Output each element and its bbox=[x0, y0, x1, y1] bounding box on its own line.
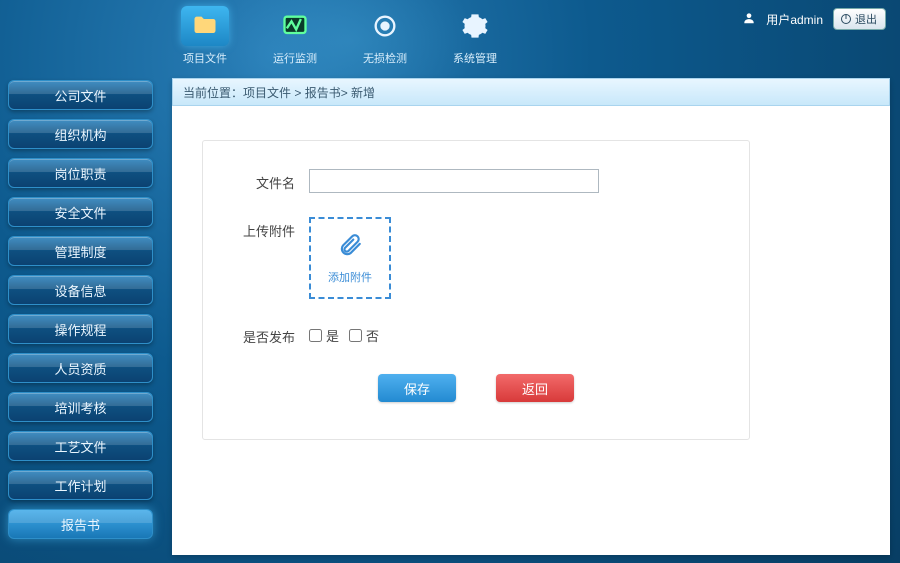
sidebar-item-personnel[interactable]: 人员资质 bbox=[8, 353, 153, 383]
upload-box-label: 添加附件 bbox=[328, 269, 372, 285]
option-yes-label: 是 bbox=[326, 326, 339, 345]
topnav-monitoring[interactable]: 运行监测 bbox=[265, 6, 325, 66]
sidebar-item-label: 工艺文件 bbox=[54, 437, 106, 456]
sidebar-item-security-files[interactable]: 安全文件 bbox=[8, 197, 153, 227]
sidebar-item-label: 培训考核 bbox=[54, 398, 106, 417]
sidebar-item-position[interactable]: 岗位职责 bbox=[8, 158, 153, 188]
paperclip-icon bbox=[337, 232, 363, 261]
sidebar-item-tech-files[interactable]: 工艺文件 bbox=[8, 431, 153, 461]
main-panel: 当前位置： 项目文件 > 报告书> 新增 文件名 上传附件 添加附件 是否发布 … bbox=[172, 78, 890, 555]
form-card: 文件名 上传附件 添加附件 是否发布 是 否 bbox=[202, 140, 750, 440]
sidebar-item-label: 工作计划 bbox=[54, 476, 106, 495]
sidebar-item-management[interactable]: 管理制度 bbox=[8, 236, 153, 266]
sidebar-item-label: 组织机构 bbox=[54, 125, 106, 144]
publish-no-checkbox[interactable] bbox=[349, 329, 362, 342]
publish-options: 是 否 bbox=[309, 323, 379, 346]
save-button[interactable]: 保存 bbox=[378, 374, 456, 402]
sidebar-item-label: 公司文件 bbox=[54, 86, 106, 105]
form-label-publish: 是否发布 bbox=[229, 323, 309, 346]
option-no-label: 否 bbox=[366, 326, 379, 345]
breadcrumb: 当前位置： 项目文件 > 报告书> 新增 bbox=[172, 78, 890, 106]
topnav-system[interactable]: 系统管理 bbox=[445, 6, 505, 66]
logout-label: 退出 bbox=[855, 11, 877, 27]
breadcrumb-path: 项目文件 > 报告书> 新增 bbox=[243, 84, 375, 101]
sidebar: 公司文件 组织机构 岗位职责 安全文件 管理制度 设备信息 操作规程 人员资质 … bbox=[8, 80, 153, 548]
sidebar-item-organization[interactable]: 组织机构 bbox=[8, 119, 153, 149]
sidebar-item-label: 操作规程 bbox=[54, 320, 106, 339]
sidebar-item-label: 报告书 bbox=[61, 515, 100, 534]
publish-yes-checkbox[interactable] bbox=[309, 329, 322, 342]
sidebar-item-label: 安全文件 bbox=[54, 203, 106, 222]
power-icon bbox=[840, 13, 852, 25]
user-icon bbox=[742, 11, 756, 28]
topnav-label: 无损检测 bbox=[355, 50, 415, 66]
sidebar-item-company-files[interactable]: 公司文件 bbox=[8, 80, 153, 110]
sidebar-item-procedures[interactable]: 操作规程 bbox=[8, 314, 153, 344]
userbox: 用户admin 退出 bbox=[742, 8, 886, 30]
target-icon bbox=[361, 6, 409, 46]
sidebar-item-training[interactable]: 培训考核 bbox=[8, 392, 153, 422]
sidebar-item-label: 管理制度 bbox=[54, 242, 106, 261]
sidebar-item-work-plan[interactable]: 工作计划 bbox=[8, 470, 153, 500]
upload-box[interactable]: 添加附件 bbox=[309, 217, 391, 299]
monitor-icon bbox=[271, 6, 319, 46]
form-row-upload: 上传附件 添加附件 bbox=[229, 217, 723, 299]
gear-icon bbox=[451, 6, 499, 46]
folder-icon bbox=[181, 6, 229, 46]
user-label: 用户admin bbox=[766, 11, 823, 28]
logout-button[interactable]: 退出 bbox=[833, 8, 886, 30]
form-label-upload: 上传附件 bbox=[229, 217, 309, 299]
topnav-project-files[interactable]: 项目文件 bbox=[175, 6, 235, 66]
breadcrumb-prefix: 当前位置： bbox=[183, 84, 243, 101]
topnav-label: 系统管理 bbox=[445, 50, 505, 66]
topbar: 项目文件 运行监测 无损检测 系统管理 用户admin 退 bbox=[0, 0, 900, 70]
sidebar-item-report[interactable]: 报告书 bbox=[8, 509, 153, 539]
publish-yes-option[interactable]: 是 bbox=[309, 326, 339, 345]
form-row-filename: 文件名 bbox=[229, 169, 723, 193]
form-label-filename: 文件名 bbox=[229, 169, 309, 193]
sidebar-item-label: 设备信息 bbox=[54, 281, 106, 300]
topnav: 项目文件 运行监测 无损检测 系统管理 bbox=[175, 6, 505, 66]
back-button[interactable]: 返回 bbox=[496, 374, 574, 402]
form-row-publish: 是否发布 是 否 bbox=[229, 323, 723, 346]
topnav-label: 运行监测 bbox=[265, 50, 325, 66]
topnav-label: 项目文件 bbox=[175, 50, 235, 66]
publish-no-option[interactable]: 否 bbox=[349, 326, 379, 345]
filename-input[interactable] bbox=[309, 169, 599, 193]
sidebar-item-label: 岗位职责 bbox=[54, 164, 106, 183]
sidebar-item-label: 人员资质 bbox=[54, 359, 106, 378]
button-row: 保存 返回 bbox=[229, 374, 723, 402]
sidebar-item-device-info[interactable]: 设备信息 bbox=[8, 275, 153, 305]
topnav-nondestructive[interactable]: 无损检测 bbox=[355, 6, 415, 66]
